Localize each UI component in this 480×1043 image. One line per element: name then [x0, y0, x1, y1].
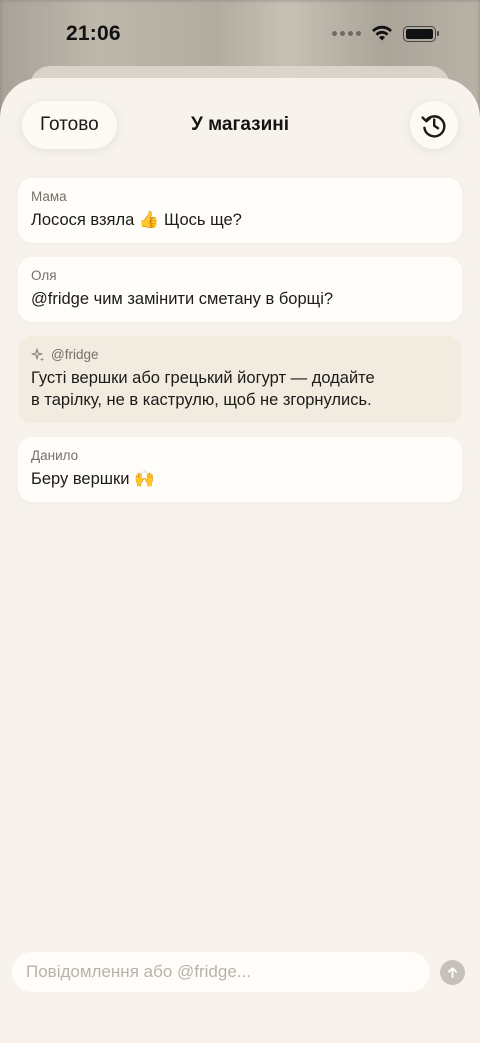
- bot-message-card: @fridge Густі вершки або грецький йогурт…: [18, 336, 462, 423]
- sparkles-icon: [31, 347, 44, 361]
- send-button[interactable]: [440, 960, 465, 985]
- message-author: Мама: [31, 189, 67, 204]
- message-text: @fridge чим замінити сметану в борщі?: [31, 290, 334, 308]
- status-time: 21:06: [66, 22, 121, 45]
- sheet-header: Готово У магазині: [0, 78, 480, 174]
- history-button[interactable]: [410, 101, 458, 149]
- message-author: @fridge: [31, 347, 449, 362]
- battery-icon: [403, 25, 439, 42]
- cellular-icon: [332, 31, 361, 36]
- message-card: Данило Беру вершки 🙌: [18, 437, 462, 502]
- message-text: Беру вершки 🙌: [31, 470, 155, 488]
- wifi-icon: [372, 25, 392, 41]
- message-text: Лосося взяла 👍 Щось ще?: [31, 211, 242, 229]
- message-author: Оля: [31, 268, 57, 283]
- page-title: У магазині: [190, 114, 290, 135]
- message-list: Мама Лосося взяла 👍 Щось ще? Оля @fridge…: [18, 178, 462, 516]
- message-author: Данило: [31, 448, 79, 463]
- thumbs-up-icon: 👍: [138, 211, 160, 229]
- message-input[interactable]: [12, 952, 430, 992]
- message-card: Оля @fridge чим замінити сметану в борщі…: [18, 257, 462, 322]
- status-icons: [332, 25, 439, 42]
- message-card: Мама Лосося взяла 👍 Щось ще?: [18, 178, 462, 243]
- arrow-up-icon: [447, 967, 458, 978]
- chat-sheet: Готово У магазині Мама Лосося взяла 👍 Що…: [0, 78, 480, 1043]
- status-bar: 21:06: [0, 0, 480, 70]
- raised-hands-icon: 🙌: [134, 470, 155, 488]
- message-text: Густі вершки або грецький йогурт — додай…: [31, 369, 375, 409]
- history-icon: [421, 115, 446, 138]
